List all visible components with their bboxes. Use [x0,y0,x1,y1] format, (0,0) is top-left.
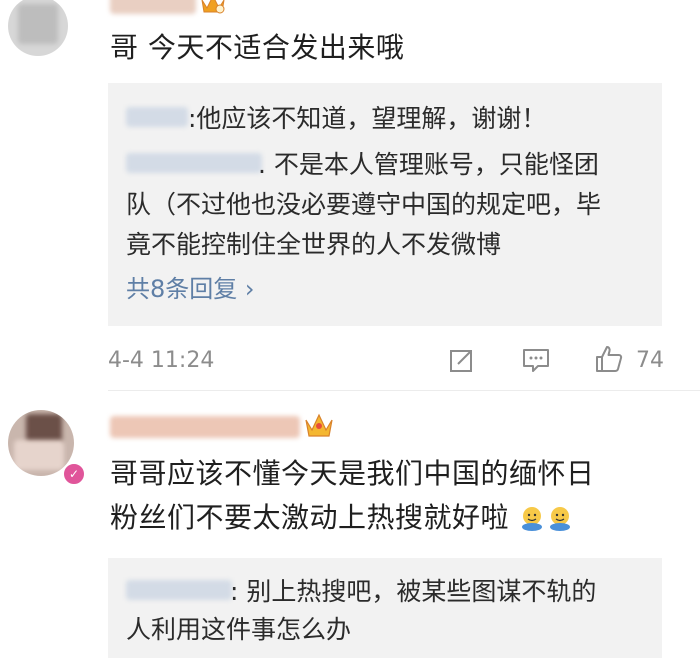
avatar[interactable] [8,0,68,56]
more-replies-link[interactable]: 共8条回复 › [126,273,255,305]
comment-text-line-content: 粉丝们不要太激动上热搜就好啦 [110,501,510,534]
comment-divider [108,390,700,391]
reply-username-blurred[interactable] [126,580,232,600]
vip-badge-icon: ✓ [62,462,86,486]
thumbs-up-icon [596,346,623,372]
like-button[interactable] [592,342,626,376]
reply-username-blurred[interactable] [126,107,188,127]
reply-username-blurred[interactable] [126,153,262,173]
hug-emoji-icon [522,507,543,531]
reply-text: :他应该不知道，望理解，谢谢！ [188,104,547,133]
like-count: 74 [636,348,664,373]
comment-button[interactable] [520,344,552,376]
username-blurred[interactable] [110,0,196,14]
comment-timestamp: 4-4 11:24 [108,348,215,373]
comment-text-line: 哥哥应该不懂今天是我们中国的缅怀日 [110,457,595,490]
hug-emoji-icon [550,507,571,531]
comment-text: 哥哥应该不懂今天是我们中国的缅怀日 粉丝们不要太激动上热搜就好啦 [110,452,595,540]
vip-crown-icon [305,413,333,437]
reply-box: :他应该不知道，望理解，谢谢！ . 不是本人管理账号，只能怪团 队（不过他也没必… [108,83,662,326]
vip-crown-icon [201,0,225,14]
username-blurred[interactable] [110,416,300,438]
comment-text-line: 粉丝们不要太激动上热搜就好啦 [110,496,595,540]
reply-box: : 别上热搜吧，被某些图谋不轨的 人利用这件事怎么办 [108,558,662,658]
share-button[interactable] [446,344,478,376]
comment-icon [523,349,549,372]
comment-text: 哥 今天不适合发出来哦 [110,31,405,64]
reply-text: : 别上热搜吧，被某些图谋不轨的 [230,577,597,606]
reply-text: 人利用这件事怎么办 [126,615,352,644]
reply-text: . 不是本人管理账号，只能怪团 [258,150,599,179]
reply-text: 队（不过他也没必要遵守中国的规定吧，毕 [126,190,602,219]
reply-text: 竟不能控制住全世界的人不发微博 [126,230,502,259]
share-icon [450,350,472,372]
